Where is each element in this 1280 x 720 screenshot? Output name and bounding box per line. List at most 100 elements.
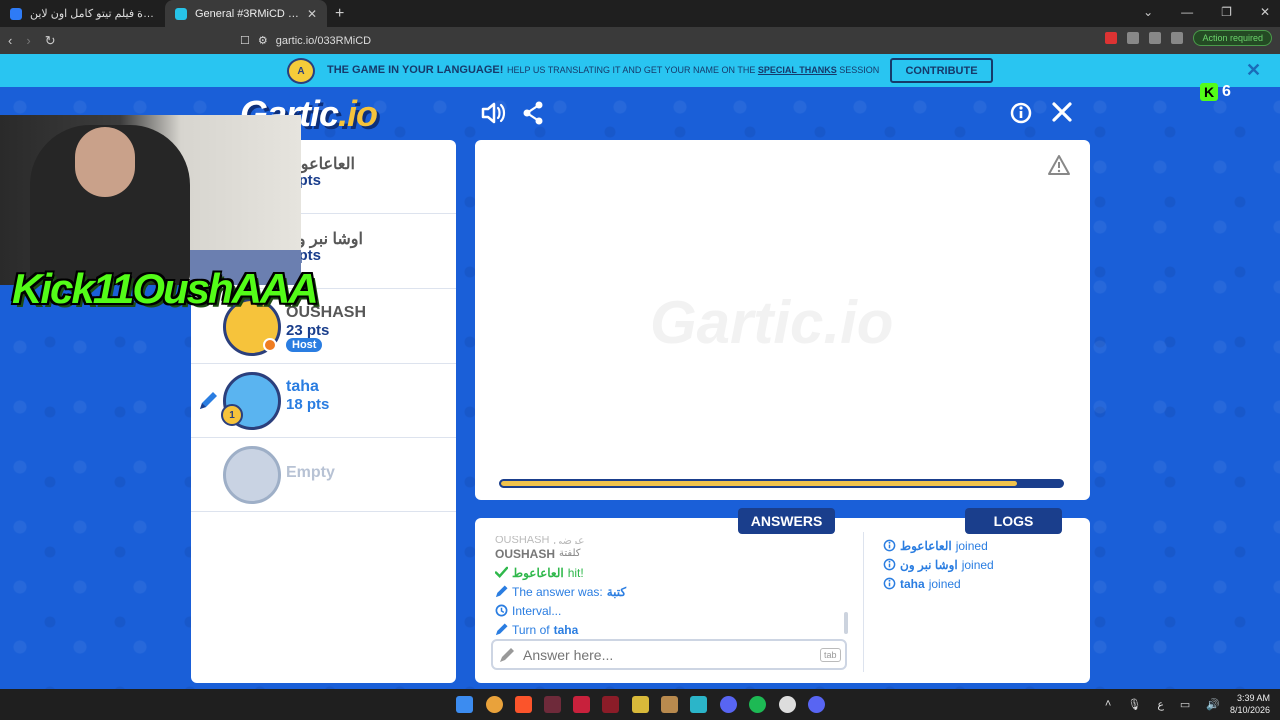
app-icon[interactable] <box>602 696 619 713</box>
empty-slot: Empty <box>191 438 456 512</box>
trophy-icon: 1 <box>221 404 243 426</box>
player-points: 18 pts <box>286 396 330 413</box>
message-text: Turn of <box>512 622 550 637</box>
share-icon[interactable] <box>522 101 544 125</box>
app-icon[interactable] <box>779 696 796 713</box>
app-icon[interactable] <box>632 696 649 713</box>
chevron-up-icon[interactable]: ˄ <box>1105 698 1111 711</box>
close-tab-icon[interactable]: ✕ <box>307 7 317 21</box>
chevron-down-icon[interactable]: ⌄ <box>1143 5 1153 19</box>
answers-list: OUSHASH عرضي OUSHASH كلفتة العاعاعوط hit… <box>495 536 845 639</box>
sidebar-icon[interactable] <box>1149 32 1162 44</box>
message-author: OUSHASH <box>495 536 550 544</box>
turn-player: taha <box>553 622 579 637</box>
brave-icon[interactable] <box>515 696 532 713</box>
special-thanks-link[interactable]: SPECIAL THANKS <box>758 65 837 75</box>
reload-icon[interactable]: ↻ <box>45 33 56 49</box>
browser-tabbar: مشاهدة فيلم تيتو كامل اون لاين HD Genera… <box>0 0 1280 27</box>
host-badge: Host <box>286 338 323 352</box>
browser-tab-1[interactable]: مشاهدة فيلم تيتو كامل اون لاين HD <box>0 0 165 27</box>
log-entry: اوشا نبر ون joined <box>883 555 1083 574</box>
answer-word: كتبة <box>606 584 627 599</box>
webcam-overlay <box>0 115 301 285</box>
message-text: كلفتة <box>559 548 581 559</box>
windows-taskbar: ˄ 🎙 ع ▭ 🔊 3:39 AM 8/10/2026 <box>0 689 1280 720</box>
message-text: عرضي <box>553 536 585 544</box>
url-text: gartic.io/033RMiCD <box>275 34 372 47</box>
info-icon[interactable] <box>1010 102 1032 124</box>
empty-avatar <box>223 446 281 504</box>
sound-icon[interactable] <box>480 101 506 125</box>
contribute-button[interactable]: CONTRIBUTE <box>890 58 993 83</box>
log-text: joined <box>955 538 988 553</box>
answer-input[interactable] <box>491 639 847 670</box>
app-icon[interactable] <box>661 696 678 713</box>
chat-divider <box>863 532 864 672</box>
clock-time: 3:39 AM <box>1236 693 1270 703</box>
brave-shield-icon[interactable] <box>1105 32 1118 44</box>
close-banner-icon[interactable]: ✕ <box>1246 60 1261 81</box>
gartic-favicon-icon <box>175 7 187 20</box>
tab-title: General #3RMiCD (العربية) - Gartic <box>195 8 299 20</box>
player-card[interactable]: 1 taha 18 pts <box>191 364 456 438</box>
answers-tab[interactable]: ANSWERS <box>738 508 835 534</box>
message-author: العاعاعوط <box>512 565 564 580</box>
pencil-icon <box>500 648 514 662</box>
browser-tab-2[interactable]: General #3RMiCD (العربية) - Gartic ✕ <box>165 0 327 27</box>
window-controls: ⌄ — ❐ ✕ <box>1143 5 1270 19</box>
app-icon[interactable] <box>690 696 707 713</box>
info-icon <box>883 539 896 552</box>
answers-scrollbar[interactable] <box>844 612 848 634</box>
info-icon <box>883 558 896 571</box>
pencil-icon <box>495 585 508 598</box>
chrome-icon[interactable] <box>486 696 503 713</box>
kick-channel-name: Kick11OushAAA <box>12 265 319 312</box>
app-icon[interactable] <box>720 696 737 713</box>
windows-start-icon[interactable] <box>456 696 473 713</box>
app-icon[interactable] <box>573 696 590 713</box>
wallet-icon[interactable] <box>1171 32 1184 44</box>
report-warning-icon[interactable] <box>1047 154 1071 176</box>
address-bar: ‹ › ↻ ☐ ⚙ gartic.io/033RMiCD Action requ… <box>0 27 1280 54</box>
translate-icon: A <box>287 58 315 84</box>
back-icon[interactable]: ‹ <box>8 33 12 48</box>
close-icon[interactable] <box>1051 101 1073 123</box>
status-dot <box>263 338 277 352</box>
chat-message: The answer was: كتبة <box>495 582 845 601</box>
chat-message: Turn of taha <box>495 620 845 639</box>
message-text: hit! <box>567 565 584 580</box>
language-indicator[interactable]: ع <box>1157 698 1164 711</box>
app-icon[interactable] <box>544 696 561 713</box>
drawing-canvas[interactable]: Gartic.io <box>475 140 1090 500</box>
extensions: Action required <box>1105 30 1272 46</box>
minimize-icon[interactable]: — <box>1181 5 1193 19</box>
message-text: The answer was: <box>512 584 603 599</box>
kick-viewer-badge: K 6 <box>1200 81 1242 103</box>
site-info-icon[interactable]: ⚙ <box>258 34 268 47</box>
extension-icon[interactable] <box>1127 32 1140 44</box>
maximize-icon[interactable]: ❐ <box>1221 5 1232 19</box>
logo-io: .io <box>338 93 378 134</box>
new-tab-icon[interactable]: + <box>335 5 344 23</box>
action-required-button[interactable]: Action required <box>1193 30 1272 46</box>
chat-message: العاعاعوط hit! <box>495 563 845 582</box>
spotify-icon[interactable] <box>749 696 766 713</box>
forward-icon[interactable]: › <box>26 33 30 48</box>
kick-icon: K <box>1200 83 1218 101</box>
round-timer-fill <box>501 481 1018 486</box>
log-text: joined <box>961 557 994 572</box>
close-window-icon[interactable]: ✕ <box>1260 5 1270 19</box>
volume-icon[interactable]: 🔊 <box>1206 698 1220 711</box>
url-field[interactable]: ☐ ⚙ gartic.io/033RMiCD <box>240 31 960 50</box>
bookmark-icon[interactable]: ☐ <box>240 34 250 47</box>
chat-message: Interval... <box>495 601 845 620</box>
microphone-icon[interactable]: 🎙 <box>1127 698 1141 711</box>
discord-icon[interactable] <box>808 696 825 713</box>
message-author: OUSHASH <box>495 546 556 561</box>
tab-title: مشاهدة فيلم تيتو كامل اون لاين HD <box>30 8 155 20</box>
system-clock[interactable]: 3:39 AM 8/10/2026 <box>1230 692 1270 716</box>
network-icon[interactable]: ▭ <box>1180 698 1190 711</box>
drawing-pencil-icon <box>200 392 217 409</box>
logs-tab[interactable]: LOGS <box>965 508 1062 534</box>
info-icon <box>883 577 896 590</box>
